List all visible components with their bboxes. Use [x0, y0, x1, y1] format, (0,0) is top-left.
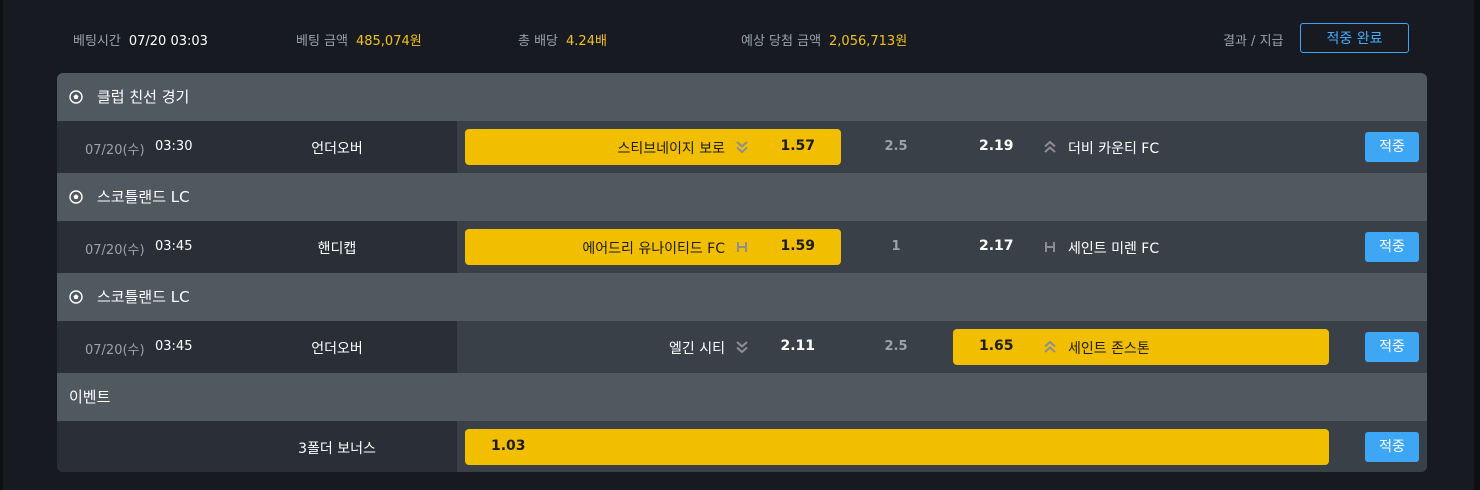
hit-status-button[interactable]: 적중: [1365, 332, 1419, 362]
away-odds: 2.17: [979, 238, 1014, 254]
line-value: 1: [891, 239, 901, 254]
handicap-h-icon: [1045, 242, 1055, 252]
home-selection[interactable]: 스티브네이지 보로 1.57: [465, 129, 841, 165]
away-odds: 1.65: [979, 338, 1014, 354]
result-status-button[interactable]: 적중 완료: [1300, 23, 1409, 53]
match-date: 07/20(수): [85, 243, 145, 258]
away-team-name: 세인트 존스톤: [1068, 341, 1150, 357]
bet-summary-bar: 베팅시간 07/20 03:03 베팅 금액 485,074원 총 배당 4.24배 …: [0, 0, 1480, 76]
home-odds: 1.57: [780, 138, 815, 154]
league-header: 클럽 친선 경기: [57, 73, 1427, 121]
expected-win-label: 예상 당첨 금액: [741, 34, 822, 49]
event-header: 이벤트: [57, 373, 1427, 421]
match-date: 07/20(수): [85, 343, 145, 358]
line-value: 2.5: [884, 139, 908, 154]
bonus-selection[interactable]: 1.03: [465, 429, 1329, 465]
bonus-odds: 1.03: [491, 438, 526, 454]
odds-area: 에어드리 유나이티드 FC 1.59 1 2.17 세인트 미렌 FC 적중: [457, 221, 1427, 273]
market-type: 핸디캡: [317, 241, 357, 257]
event-market: 3폴더 보너스: [298, 441, 376, 457]
double-chevron-down-icon: [736, 141, 748, 154]
match-time: 03:45: [155, 339, 193, 354]
expected-win-value: 2,056,713원: [829, 34, 908, 49]
match-time: 03:45: [155, 239, 193, 254]
double-chevron-up-icon: [1044, 140, 1056, 153]
bet-amount-label: 베팅 금액: [296, 34, 348, 49]
bet-row: 07/20(수) 03:45 핸디캡 에어드리 유나이티드 FC 1.59 1 …: [57, 221, 1427, 273]
soccer-ball-icon: [69, 90, 83, 104]
league-name: 클럽 친선 경기: [97, 88, 190, 106]
market-type: 언더오버: [311, 141, 363, 157]
odds-area: 스티브네이지 보로 1.57 2.5 2.19 더비 카운티 FC 적중: [457, 121, 1427, 173]
hit-status-button[interactable]: 적중: [1365, 232, 1419, 262]
bet-time-value: 07/20 03:03: [128, 34, 208, 49]
odds-area: 엘긴 시티 2.11 2.5 1.65 세인트 존스톤 적중: [457, 321, 1427, 373]
away-selection[interactable]: 1.65 세인트 존스톤: [953, 329, 1329, 365]
league-header: 스코틀랜드 LC: [57, 173, 1427, 221]
home-odds: 1.59: [780, 238, 815, 254]
expected-win: 예상 당첨 금액 2,056,713원: [741, 30, 907, 49]
away-team-name: 더비 카운티 FC: [1068, 141, 1160, 157]
league-header: 스코틀랜드 LC: [57, 273, 1427, 321]
double-chevron-down-icon: [736, 341, 748, 354]
home-team-name: 엘긴 시티: [669, 341, 725, 357]
home-team-name: 에어드리 유나이티드 FC: [582, 241, 725, 257]
event-title: 이벤트: [69, 388, 111, 406]
bet-row: 07/20(수) 03:45 언더오버 엘긴 시티 2.11 2.5 1.65 …: [57, 321, 1427, 373]
league-name: 스코틀랜드 LC: [97, 188, 190, 206]
hit-status-button[interactable]: 적중: [1365, 132, 1419, 162]
away-selection[interactable]: 2.17 세인트 미렌 FC: [953, 229, 1329, 265]
odds-area: 1.03 적중: [457, 421, 1427, 472]
event-row: 3폴더 보너스 1.03 적중: [57, 421, 1427, 472]
market-type: 언더오버: [311, 341, 363, 357]
total-odds-label: 총 배당: [518, 34, 559, 49]
match-time: 03:30: [155, 139, 193, 154]
home-team-name: 스티브네이지 보로: [617, 141, 726, 157]
home-odds: 2.11: [780, 338, 815, 354]
soccer-ball-icon: [69, 290, 83, 304]
away-odds: 2.19: [979, 138, 1014, 154]
bet-time: 베팅시간 07/20 03:03: [73, 30, 208, 49]
total-odds: 총 배당 4.24배: [518, 30, 607, 49]
home-selection[interactable]: 에어드리 유나이티드 FC 1.59: [465, 229, 841, 265]
match-date: 07/20(수): [85, 143, 145, 158]
bet-amount-value: 485,074원: [355, 34, 422, 49]
bet-slip-panel: 클럽 친선 경기 07/20(수) 03:30 언더오버 스티브네이지 보로 1…: [57, 73, 1427, 472]
home-selection[interactable]: 엘긴 시티 2.11: [465, 329, 841, 365]
double-chevron-up-icon: [1044, 340, 1056, 353]
line-value: 2.5: [884, 339, 908, 354]
league-name: 스코틀랜드 LC: [97, 288, 190, 306]
bet-row: 07/20(수) 03:30 언더오버 스티브네이지 보로 1.57 2.5 2…: [57, 121, 1427, 173]
away-team-name: 세인트 미렌 FC: [1068, 241, 1160, 257]
result-label: 결과 / 지급: [1223, 34, 1284, 49]
away-selection[interactable]: 2.19 더비 카운티 FC: [953, 129, 1329, 165]
handicap-h-icon: [737, 242, 747, 252]
bet-amount: 베팅 금액 485,074원: [296, 30, 422, 49]
hit-status-button[interactable]: 적중: [1365, 432, 1419, 462]
bet-time-label: 베팅시간: [73, 34, 121, 49]
total-odds-value: 4.24배: [566, 34, 607, 49]
soccer-ball-icon: [69, 190, 83, 204]
